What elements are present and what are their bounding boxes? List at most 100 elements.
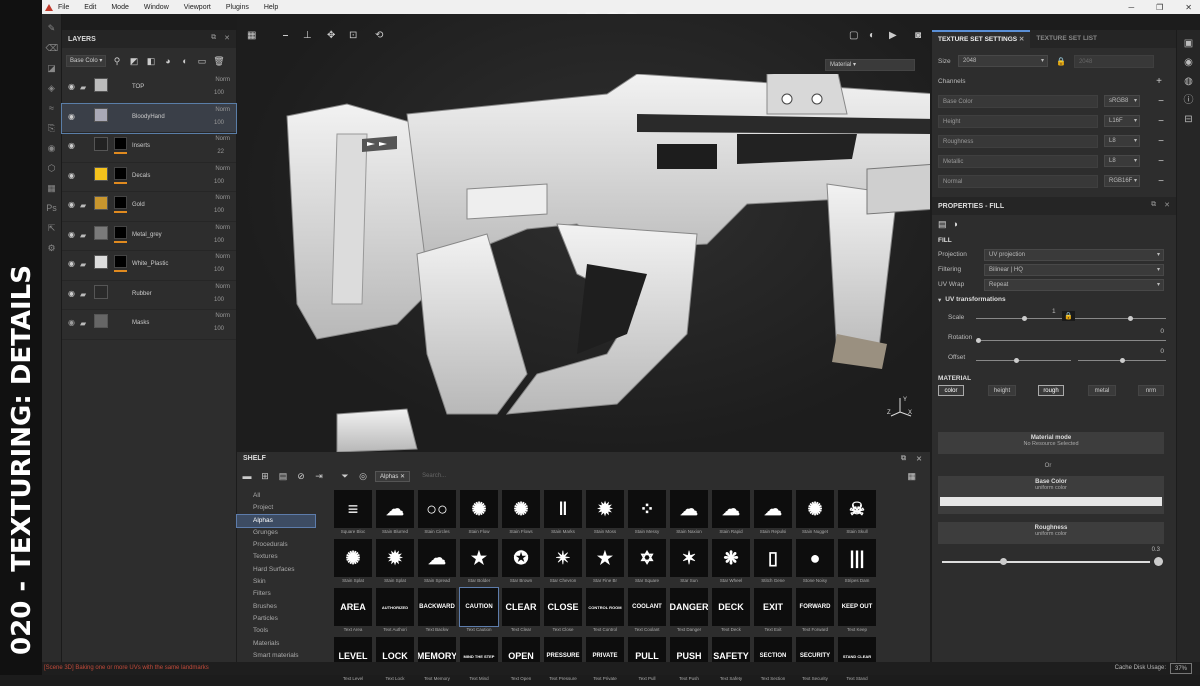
menu-help[interactable]: Help bbox=[264, 4, 278, 11]
layer-mask-thumbnail[interactable] bbox=[114, 137, 127, 150]
mat-height-button[interactable]: height bbox=[988, 385, 1016, 396]
shelf-item[interactable]: ✺ Stain Flows bbox=[500, 490, 542, 539]
minimize-icon[interactable]: ─ bbox=[1128, 3, 1134, 12]
material-picker-icon[interactable]: ◉ bbox=[46, 142, 58, 154]
close-panel-icon[interactable]: ✕ bbox=[916, 455, 922, 463]
shelf-item[interactable]: BACKWARD Text Backw bbox=[416, 588, 458, 637]
shelf-item[interactable]: CAUTION Text Caution bbox=[458, 587, 500, 637]
shelf-item[interactable]: ★ Star Fine Br bbox=[584, 539, 626, 588]
shelf-item[interactable]: ✡ Star Square bbox=[626, 539, 668, 588]
scale-slider-knob[interactable] bbox=[1022, 316, 1027, 321]
shelf-item[interactable]: ✺ Stain Nugget bbox=[794, 490, 836, 539]
tab-texture-set-settings[interactable]: TEXTURE SET SETTINGS ✕ bbox=[932, 30, 1031, 48]
shelf-item[interactable]: ❋ Star Wheel bbox=[710, 539, 752, 588]
remove-channel-icon[interactable]: − bbox=[1158, 176, 1164, 187]
remove-channel-icon[interactable]: − bbox=[1158, 116, 1164, 127]
import-icon[interactable]: ▤ bbox=[277, 470, 289, 482]
menu-plugins[interactable]: Plugins bbox=[226, 4, 249, 11]
layer-opacity[interactable]: 100 bbox=[214, 208, 224, 214]
filter-toggle-icon[interactable]: ◎ bbox=[357, 470, 369, 482]
grid-view-icon[interactable]: ▦ bbox=[907, 471, 916, 482]
display-mode-select[interactable]: Material ▾ bbox=[825, 59, 915, 71]
rotation-slider[interactable] bbox=[976, 340, 1166, 341]
roughness-picker-icon[interactable] bbox=[1154, 557, 1163, 566]
lock-icon[interactable]: 🔒 bbox=[1062, 311, 1075, 321]
eye-icon[interactable]: ◉ bbox=[68, 289, 77, 297]
filter-icon[interactable]: ⏷ bbox=[339, 470, 351, 482]
shelf-item[interactable]: ● Stone Noisy bbox=[794, 539, 836, 588]
lock-icon[interactable]: 🔒 bbox=[1056, 57, 1066, 66]
eye-icon[interactable]: ◉ bbox=[68, 260, 77, 268]
shelf-item[interactable]: EXIT Text Exit bbox=[752, 588, 794, 637]
eye-icon[interactable]: ◉ bbox=[68, 83, 77, 91]
shelf-item[interactable]: ≡ Square Bloc bbox=[332, 490, 374, 539]
shelf-category[interactable]: Particles bbox=[237, 613, 319, 625]
shelf-item[interactable]: AUTHORIZED Text Authori bbox=[374, 588, 416, 637]
shelf-item[interactable]: ○○ Stain Circles bbox=[416, 490, 458, 539]
transform-icon[interactable]: ✥ bbox=[327, 30, 335, 41]
remove-channel-icon[interactable]: − bbox=[1158, 96, 1164, 107]
layer-row[interactable]: ◉ Inserts Norm 22 bbox=[62, 133, 236, 163]
mask-tab-icon[interactable]: ◑ bbox=[953, 219, 958, 229]
roughness-slot[interactable]: Roughness uniform color bbox=[938, 522, 1164, 544]
shelf-item[interactable]: ☁ Stain Repulsi bbox=[752, 490, 794, 539]
shelf-category[interactable]: Filters bbox=[237, 588, 319, 600]
add-fill-layer-icon[interactable]: ◧ bbox=[145, 55, 157, 67]
eye-icon[interactable]: ◉ bbox=[68, 142, 77, 150]
eye-icon[interactable]: ◉ bbox=[68, 171, 77, 179]
shelf-category[interactable]: Project bbox=[237, 502, 319, 514]
folder-icon[interactable]: ▰ bbox=[80, 231, 86, 240]
base-color-slot[interactable]: Base Color uniform color bbox=[938, 476, 1164, 514]
projection-select[interactable]: UV projection ▾ bbox=[984, 248, 1164, 261]
shelf-item[interactable]: ✺ Stain Splat bbox=[332, 539, 374, 588]
layer-row[interactable]: ◉ ▰ Rubber Norm 100 bbox=[62, 281, 236, 310]
smudge-icon[interactable]: ≈ bbox=[46, 102, 58, 114]
blend-mode[interactable]: Norm bbox=[215, 225, 230, 231]
layer-row[interactable]: ◉ ▰ TOP Norm 100 bbox=[62, 74, 236, 104]
float-icon[interactable]: ⧉ bbox=[1151, 201, 1156, 209]
add-mask-icon[interactable]: ◩ bbox=[128, 55, 140, 67]
eraser-icon[interactable]: ⌫ bbox=[46, 42, 59, 54]
shelf-item[interactable]: AREA Text Area bbox=[332, 588, 374, 637]
shelf-item[interactable]: DANGER Text Danger bbox=[668, 588, 710, 637]
clone-icon[interactable]: ⎘ bbox=[46, 122, 58, 134]
shelf-item[interactable]: ☁ Stain Spread bbox=[416, 539, 458, 588]
roughness-slider[interactable] bbox=[942, 561, 1150, 563]
eye-icon[interactable]: ◉ bbox=[68, 112, 77, 120]
layer-row[interactable]: ◉ ▰ Gold Norm 100 bbox=[62, 192, 236, 222]
ps-icon[interactable]: Ps bbox=[46, 202, 58, 214]
offset-u-slider[interactable] bbox=[976, 360, 1071, 361]
shelf-category[interactable]: Brushes bbox=[237, 601, 319, 613]
close-panel-icon[interactable]: ✕ bbox=[224, 34, 230, 42]
layer-opacity[interactable]: 100 bbox=[214, 120, 224, 126]
shelf-category[interactable]: Alphas bbox=[236, 513, 316, 528]
uvwrap-select[interactable]: Repeat ▾ bbox=[984, 278, 1164, 291]
float-icon[interactable]: ⧉ bbox=[211, 34, 216, 42]
layer-row[interactable]: ◉ ▰ Metal_grey Norm 100 bbox=[62, 222, 236, 251]
video-icon[interactable]: ▶ bbox=[889, 30, 897, 41]
mirror-icon[interactable]: ⊥ bbox=[303, 30, 312, 41]
eye-icon[interactable]: ◉ bbox=[68, 230, 77, 238]
shelf-item[interactable]: ☠ Stain Skull bbox=[836, 490, 878, 539]
camera-frame-icon[interactable]: ▢ bbox=[849, 30, 858, 41]
shelf-item[interactable]: DECK Text Deck bbox=[710, 588, 752, 637]
scale-slider-v-knob[interactable] bbox=[1128, 316, 1133, 321]
channel-format-select[interactable]: L8 ▾ bbox=[1104, 135, 1140, 147]
remove-channel-icon[interactable]: − bbox=[1158, 156, 1164, 167]
channel-format-select[interactable]: L8 ▾ bbox=[1104, 155, 1140, 167]
shelf-item[interactable]: ||| Stripes Dam bbox=[836, 539, 878, 588]
viewport-3d[interactable]: ▦ ⎯ ⊥ ✥ ⊡ ⟲ ▢ ◐ ▶ ◙ Material ▾ Y Z X bbox=[237, 14, 930, 452]
shelf-item[interactable]: ✹ Stain Moss bbox=[584, 490, 626, 539]
mat-nrm-button[interactable]: nrm bbox=[1138, 385, 1164, 396]
log-icon[interactable]: ⊟ bbox=[1183, 114, 1194, 125]
add-layer-icon[interactable]: ◐ bbox=[179, 55, 191, 67]
new-folder-icon[interactable]: ⊞ bbox=[259, 470, 271, 482]
shelf-category[interactable]: All bbox=[237, 490, 319, 502]
shelf-category[interactable]: Smart materials bbox=[237, 650, 319, 662]
shelf-category[interactable]: Skin bbox=[237, 576, 319, 588]
shelf-category[interactable]: Procedurals bbox=[237, 539, 319, 551]
texture-set-icon[interactable]: ▣ bbox=[1183, 38, 1194, 49]
folder-icon[interactable]: ▰ bbox=[80, 319, 86, 328]
filtering-select[interactable]: Bilinear | HQ ▾ bbox=[984, 263, 1164, 276]
layer-mask-thumbnail[interactable] bbox=[114, 166, 127, 180]
